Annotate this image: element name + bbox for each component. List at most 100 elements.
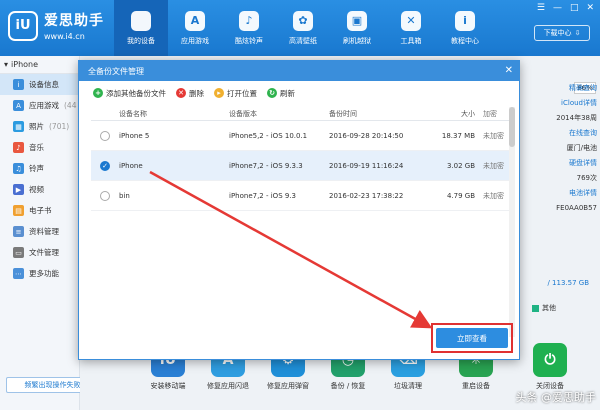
- sidebar-item-icon: ▦: [13, 121, 24, 132]
- table-scrollbar[interactable]: [509, 107, 515, 337]
- refresh-button[interactable]: ↻ 刷新: [267, 88, 295, 99]
- sidebar-item[interactable]: A 应用游戏 (44: [0, 95, 79, 116]
- info-value: 769次: [576, 173, 597, 182]
- tab-label: 应用游戏: [181, 36, 209, 45]
- box-icon: ▣: [347, 10, 367, 31]
- sidebar-item-label: 资料管理: [29, 227, 59, 236]
- checked-radio-icon[interactable]: ✓: [100, 160, 110, 171]
- sidebar-item-icon: ♪: [13, 142, 24, 153]
- download-icon: ⇩: [574, 29, 581, 37]
- toolbar-label: 刷新: [280, 88, 295, 98]
- tab-tools[interactable]: ✕ 工具箱: [384, 0, 438, 56]
- column-header[interactable]: 备份时间: [329, 109, 429, 119]
- tab-info[interactable]: i 教程中心: [438, 0, 492, 56]
- sidebar-item-count: (701): [49, 122, 70, 131]
- tab-label: 我的设备: [127, 36, 155, 45]
- sidebar-item-icon: A: [13, 100, 24, 111]
- tab-apple[interactable]: 我的设备: [114, 0, 168, 56]
- info-value: iCloud详情: [561, 98, 597, 107]
- info-row: FE0AA0B57: [520, 200, 600, 215]
- apple-icon: [131, 10, 151, 31]
- column-header[interactable]: 加密: [483, 109, 509, 119]
- app-window: iU 爱思助手 www.i4.cn 我的设备 A 应用游戏 ♪ 酷炫铃声 ✿ 高清壁纸 ▣ 刷机…: [0, 0, 600, 410]
- sidebar-item-label: 电子书: [29, 206, 52, 215]
- highlight-box: 立即查看: [431, 323, 513, 353]
- tools-icon: ✕: [401, 10, 421, 31]
- tab-flower[interactable]: ✿ 高清壁纸: [276, 0, 330, 56]
- sidebar-item[interactable]: ⋯ 更多功能: [0, 263, 79, 284]
- add-icon: +: [93, 88, 103, 98]
- row-select[interactable]: [91, 190, 119, 201]
- sidebar-item[interactable]: ▶ 视频: [0, 179, 79, 200]
- column-header[interactable]: 大小: [429, 109, 483, 119]
- sidebar-item[interactable]: ♫ 铃声: [0, 158, 79, 179]
- refresh-icon: ↻: [267, 88, 277, 98]
- sidebar-item[interactable]: ♪ 音乐: [0, 137, 79, 158]
- cell-time: 2016-09-19 11:16:24: [329, 161, 404, 170]
- window-controls: ☰ — □ ✕: [537, 3, 594, 13]
- device-selector[interactable]: ▾ iPhone: [0, 56, 79, 74]
- info-row[interactable]: 硬盘详情: [520, 155, 600, 170]
- folder-button[interactable]: ▸ 打开位置: [214, 88, 257, 99]
- info-value: 厦门/电池: [566, 143, 597, 152]
- row-select[interactable]: ✓: [91, 160, 119, 171]
- main-nav: 我的设备 A 应用游戏 ♪ 酷炫铃声 ✿ 高清壁纸 ▣ 刷机越狱 ✕ 工具箱 i 教程中心: [114, 0, 492, 56]
- tab-bell[interactable]: ♪ 酷炫铃声: [222, 0, 276, 56]
- info-row[interactable]: 精确查询: [520, 80, 600, 95]
- scroll-thumb[interactable]: [509, 107, 515, 147]
- tab-label: 工具箱: [400, 36, 422, 45]
- collapse-arrow-icon: ▾: [4, 60, 9, 69]
- cell-enc: 未加密: [483, 161, 504, 170]
- info-row[interactable]: iCloud详情: [520, 95, 600, 110]
- sidebar-item-label: 铃声: [29, 164, 44, 173]
- watermark: 头条 @爱思助手: [515, 391, 597, 404]
- sidebar-item[interactable]: i 设备信息: [0, 74, 79, 95]
- info-value: 电池详情: [569, 188, 597, 197]
- sidebar-item[interactable]: ▤ 电子书: [0, 200, 79, 221]
- sidebar-item-icon: ♫: [13, 163, 24, 174]
- sidebar-item-count: (44: [64, 101, 77, 110]
- sidebar-item-icon: ▭: [13, 247, 24, 258]
- backup-table: 设备名称 设备版本 备份时间 大小 加密 iPhone 5 iPhone5,2 - iOS…: [91, 107, 509, 211]
- column-header[interactable]: 设备版本: [229, 109, 329, 119]
- add-button[interactable]: + 添加其他备份文件: [93, 88, 166, 99]
- info-row[interactable]: 在线查询: [520, 125, 600, 140]
- close-icon[interactable]: ✕: [505, 65, 513, 76]
- sidebar-item-icon: ⋯: [13, 268, 24, 279]
- view-now-button[interactable]: 立即查看: [436, 328, 508, 348]
- column-header[interactable]: 设备名称: [119, 109, 229, 119]
- download-center-button[interactable]: 下载中心 ⇩: [534, 25, 590, 41]
- info-row: 2014年38周: [520, 110, 600, 125]
- info-row[interactable]: 电池详情: [520, 185, 600, 200]
- radio-icon[interactable]: [100, 130, 110, 141]
- cell-size: 3.02 GB: [446, 161, 475, 170]
- cell-time: 2016-02-23 17:38:22: [329, 191, 404, 200]
- tool-label: 垃圾清理: [394, 382, 422, 390]
- storage-total: / 113.57 GB: [547, 279, 589, 287]
- menu-icon[interactable]: ☰: [537, 3, 545, 13]
- logo-badge-icon: iU: [8, 10, 38, 41]
- tool-item[interactable]: ⏻ 关闭设备: [520, 343, 580, 391]
- table-row[interactable]: iPhone 5 iPhone5,2 - iOS 10.0.1 2016-09-28…: [91, 121, 509, 151]
- close-window-icon[interactable]: ✕: [586, 3, 594, 13]
- sidebar-item[interactable]: ▦ 照片 (701): [0, 116, 79, 137]
- sidebar-item[interactable]: ≡ 资料管理: [0, 221, 79, 242]
- tab-appstore[interactable]: A 应用游戏: [168, 0, 222, 56]
- tab-label: 酷炫铃声: [235, 36, 263, 45]
- maximize-icon[interactable]: □: [570, 3, 579, 13]
- table-row[interactable]: ✓ iPhone iPhone7,2 - iOS 9.3.3 2016-09-19 1…: [91, 151, 509, 181]
- tool-label: 修复应用弹窗: [267, 382, 309, 390]
- table-row[interactable]: bin iPhone7,2 - iOS 9.3 2016-02-23 17:38:2…: [91, 181, 509, 211]
- appstore-icon: A: [185, 10, 205, 31]
- delete-button[interactable]: ✕ 删除: [176, 88, 204, 99]
- row-select[interactable]: [91, 130, 119, 141]
- tool-icon: ⏻: [533, 343, 567, 377]
- sidebar-item[interactable]: ▭ 文件管理: [0, 242, 79, 263]
- tab-box[interactable]: ▣ 刷机越狱: [330, 0, 384, 56]
- radio-icon[interactable]: [100, 190, 110, 201]
- download-center-label: 下载中心: [543, 29, 572, 37]
- info-icon: i: [455, 10, 475, 31]
- sidebar-item-label: 更多功能: [29, 269, 59, 278]
- minimize-icon[interactable]: —: [553, 3, 562, 13]
- info-value: FE0AA0B57: [556, 203, 597, 212]
